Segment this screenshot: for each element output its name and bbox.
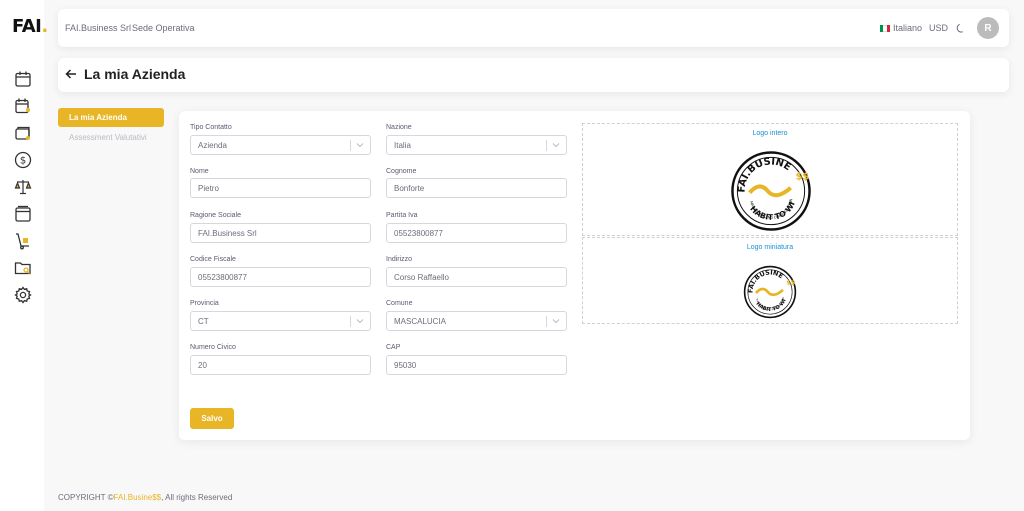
chevron-down-icon bbox=[552, 143, 560, 148]
save-button[interactable]: Salvo bbox=[190, 408, 234, 429]
numero-civico-label: Numero Civico bbox=[190, 344, 236, 351]
indirizzo-input[interactable]: Corso Raffaello bbox=[386, 267, 567, 287]
back-arrow-icon[interactable] bbox=[64, 67, 78, 81]
ragione-sociale-label: Ragione Sociale bbox=[190, 212, 241, 219]
moon-icon bbox=[956, 23, 963, 33]
language-selector[interactable]: Italiano bbox=[879, 23, 922, 33]
dollar-icon[interactable]: $ bbox=[14, 151, 32, 169]
provincia-label: Provincia bbox=[190, 300, 219, 307]
copyright-prefix: COPYRIGHT © bbox=[58, 493, 114, 502]
logo-full-caption: Logo intero bbox=[752, 130, 788, 137]
user-avatar[interactable]: R bbox=[977, 17, 999, 39]
tab-la-mia-azienda[interactable]: La mia Azienda bbox=[58, 108, 164, 127]
provincia-value: CT bbox=[198, 317, 209, 326]
nome-label: Nome bbox=[190, 168, 209, 175]
codice-fiscale-label: Codice Fiscale bbox=[190, 256, 236, 263]
scale-icon[interactable] bbox=[14, 178, 32, 196]
partita-iva-input[interactable]: 05523800877 bbox=[386, 223, 567, 243]
nome-input[interactable]: Pietro bbox=[190, 178, 371, 198]
nazione-select[interactable]: Italia bbox=[386, 135, 567, 155]
company-logo-badge: FAI.BUSINE $$ MARKETING AND ORGANIZATION… bbox=[730, 150, 811, 231]
hand-truck-icon[interactable] bbox=[14, 232, 32, 250]
ragione-sociale-input[interactable]: FAI.Business Srl bbox=[190, 223, 371, 243]
comune-value: MASCALUCIA bbox=[394, 317, 447, 326]
svg-text:$$: $$ bbox=[796, 172, 810, 183]
logo-mini-panel[interactable]: Logo miniatura FAI.BUSINE $$ MARKETING A… bbox=[582, 237, 958, 324]
codice-fiscale-input[interactable]: 05523800877 bbox=[190, 267, 371, 287]
partita-iva-label: Partita Iva bbox=[386, 212, 418, 219]
tab-assessment-valutativi[interactable]: Assessment Valutativi bbox=[69, 133, 147, 142]
page-title: La mia Azienda bbox=[84, 66, 186, 82]
cards-icon[interactable] bbox=[14, 124, 32, 142]
tipo-contatto-label: Tipo Contatto bbox=[190, 124, 232, 131]
company-logo-badge-mini: FAI.BUSINE $$ MARKETING AND ORGANIZATION… bbox=[743, 265, 797, 319]
app-logo[interactable]: FAI. bbox=[12, 16, 48, 37]
provincia-select[interactable]: CT bbox=[190, 311, 371, 331]
nazione-value: Italia bbox=[394, 141, 411, 150]
currency-selector[interactable]: USD bbox=[929, 23, 948, 33]
footer-copyright: COPYRIGHT ©FAI.Busine$$, All rights Rese… bbox=[58, 493, 232, 502]
window-icon[interactable] bbox=[14, 205, 32, 223]
company-name[interactable]: FAI.Business Srl bbox=[65, 23, 131, 33]
footer-brand-link[interactable]: FAI.Busine$$ bbox=[114, 493, 162, 502]
page-header: La mia Azienda bbox=[58, 58, 1009, 92]
comune-label: Comune bbox=[386, 300, 413, 307]
company-form-card: Tipo Contatto Azienda Nazione Italia Nom… bbox=[179, 111, 970, 440]
cognome-input[interactable]: Bonforte bbox=[386, 178, 567, 198]
tipo-contatto-select[interactable]: Azienda bbox=[190, 135, 371, 155]
cap-label: CAP bbox=[386, 344, 401, 351]
top-navbar: FAI.Business Srl Sede Operativa Italiano… bbox=[58, 9, 1009, 47]
calendar-person-icon[interactable] bbox=[14, 97, 32, 115]
indirizzo-label: Indirizzo bbox=[386, 256, 413, 263]
dark-mode-toggle[interactable] bbox=[955, 23, 966, 34]
cap-input[interactable]: 95030 bbox=[386, 355, 567, 375]
comune-select[interactable]: MASCALUCIA bbox=[386, 311, 567, 331]
svg-text:$: $ bbox=[20, 156, 26, 167]
logo-mini-caption: Logo miniatura bbox=[746, 244, 794, 251]
sidebar: FAI. $ bbox=[0, 0, 48, 511]
svg-text:$$: $$ bbox=[786, 278, 796, 286]
nazione-label: Nazione bbox=[386, 124, 412, 131]
tipo-contatto-value: Azienda bbox=[198, 141, 227, 150]
chevron-down-icon bbox=[356, 143, 364, 148]
location-name[interactable]: Sede Operativa bbox=[132, 23, 195, 33]
copyright-suffix: , All rights Reserved bbox=[161, 493, 233, 502]
calendar-icon[interactable] bbox=[14, 70, 32, 88]
logo-full-panel[interactable]: Logo intero FAI.BUSINE $$ MARKETING AND … bbox=[582, 123, 958, 236]
folder-search-icon[interactable] bbox=[14, 259, 32, 277]
gear-icon[interactable] bbox=[14, 286, 32, 304]
chevron-down-icon bbox=[552, 319, 560, 324]
numero-civico-input[interactable]: 20 bbox=[190, 355, 371, 375]
chevron-down-icon bbox=[356, 319, 364, 324]
italy-flag-icon bbox=[879, 25, 890, 33]
cognome-label: Cognome bbox=[386, 168, 417, 175]
